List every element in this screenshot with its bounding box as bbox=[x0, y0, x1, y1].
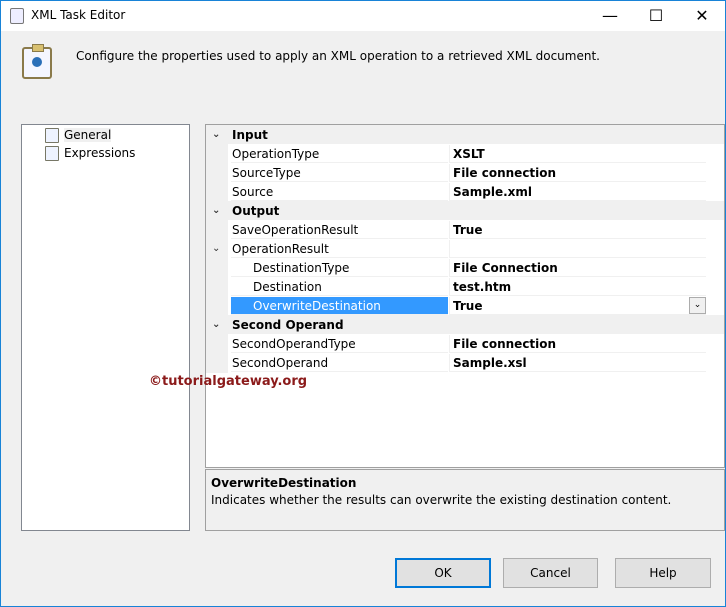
property-name: Destination bbox=[231, 278, 448, 296]
navigation-tree: General Expressions bbox=[21, 124, 190, 531]
property-row[interactable]: SecondOperandType File connection bbox=[206, 334, 724, 353]
chevron-down-icon[interactable]: ⌄ bbox=[212, 243, 220, 254]
category-label: Output bbox=[232, 203, 280, 218]
property-value[interactable]: File connection bbox=[449, 334, 706, 353]
category-label: Input bbox=[232, 127, 268, 142]
close-button[interactable]: ✕ bbox=[679, 1, 725, 31]
property-name: SecondOperandType bbox=[231, 335, 448, 353]
property-row-operation-result[interactable]: ⌄ OperationResult bbox=[206, 239, 724, 258]
cancel-button[interactable]: Cancel bbox=[503, 558, 598, 588]
dropdown-button[interactable]: ⌄ bbox=[689, 297, 706, 314]
tree-item-expressions[interactable]: Expressions bbox=[45, 144, 135, 162]
category-second-operand[interactable]: ⌄ Second Operand bbox=[206, 315, 724, 334]
property-help-panel: OverwriteDestination Indicates whether t… bbox=[205, 469, 725, 531]
property-name: SourceType bbox=[231, 164, 448, 182]
property-name: SaveOperationResult bbox=[231, 221, 448, 239]
category-label: Second Operand bbox=[232, 317, 344, 332]
property-name: SecondOperand bbox=[231, 354, 448, 372]
title-bar: XML Task Editor — ☐ ✕ bbox=[1, 1, 725, 31]
header-description: Configure the properties used to apply a… bbox=[76, 49, 600, 63]
property-value[interactable] bbox=[449, 239, 706, 258]
chevron-down-icon[interactable]: ⌄ bbox=[212, 205, 220, 216]
property-name: OperationType bbox=[231, 145, 448, 163]
minimize-button[interactable]: — bbox=[587, 1, 633, 31]
page-icon bbox=[45, 145, 59, 161]
property-value[interactable]: Sample.xsl bbox=[449, 353, 706, 372]
property-row[interactable]: SecondOperand Sample.xsl bbox=[206, 353, 724, 372]
tree-item-general[interactable]: General bbox=[45, 126, 112, 144]
xml-task-large-icon bbox=[22, 44, 52, 79]
help-title: OverwriteDestination bbox=[211, 476, 357, 490]
property-row[interactable]: Source Sample.xml bbox=[206, 182, 724, 201]
xml-task-icon bbox=[10, 8, 24, 24]
property-name: DestinationType bbox=[231, 259, 448, 277]
property-row[interactable]: OperationType XSLT bbox=[206, 144, 724, 163]
chevron-down-icon[interactable]: ⌄ bbox=[212, 129, 220, 140]
property-name: OperationResult bbox=[231, 240, 448, 258]
property-row[interactable]: SaveOperationResult True bbox=[206, 220, 724, 239]
page-icon bbox=[45, 127, 59, 143]
maximize-button[interactable]: ☐ bbox=[633, 1, 679, 31]
property-row[interactable]: SourceType File connection bbox=[206, 163, 724, 182]
window-title: XML Task Editor bbox=[31, 8, 126, 22]
tree-item-label: Expressions bbox=[64, 146, 136, 160]
property-value[interactable]: True bbox=[449, 296, 706, 315]
property-value[interactable]: File Connection bbox=[449, 258, 706, 277]
help-text: Indicates whether the results can overwr… bbox=[211, 493, 672, 507]
property-row[interactable]: DestinationType File Connection bbox=[206, 258, 724, 277]
tree-item-label: General bbox=[64, 128, 112, 142]
watermark: ©tutorialgateway.org bbox=[149, 374, 308, 389]
xml-task-editor-window: XML Task Editor — ☐ ✕ Configure the prop… bbox=[0, 0, 726, 607]
property-grid: ⌄ Input OperationType XSLT SourceType File … bbox=[205, 124, 725, 468]
help-button[interactable]: Help bbox=[615, 558, 711, 588]
chevron-down-icon[interactable]: ⌄ bbox=[212, 319, 220, 330]
property-value[interactable]: True bbox=[449, 220, 706, 239]
property-name: Source bbox=[231, 183, 448, 201]
ok-button[interactable]: OK bbox=[395, 558, 491, 588]
property-value[interactable]: XSLT bbox=[449, 144, 706, 163]
property-value[interactable]: test.htm bbox=[449, 277, 706, 296]
property-value[interactable]: File connection bbox=[449, 163, 706, 182]
category-input[interactable]: ⌄ Input bbox=[206, 125, 724, 144]
property-row-selected[interactable]: OverwriteDestination True ⌄ bbox=[206, 296, 724, 315]
property-name: OverwriteDestination bbox=[231, 296, 448, 315]
property-value[interactable]: Sample.xml bbox=[449, 182, 706, 201]
category-output[interactable]: ⌄ Output bbox=[206, 201, 724, 220]
property-row[interactable]: Destination test.htm bbox=[206, 277, 724, 296]
